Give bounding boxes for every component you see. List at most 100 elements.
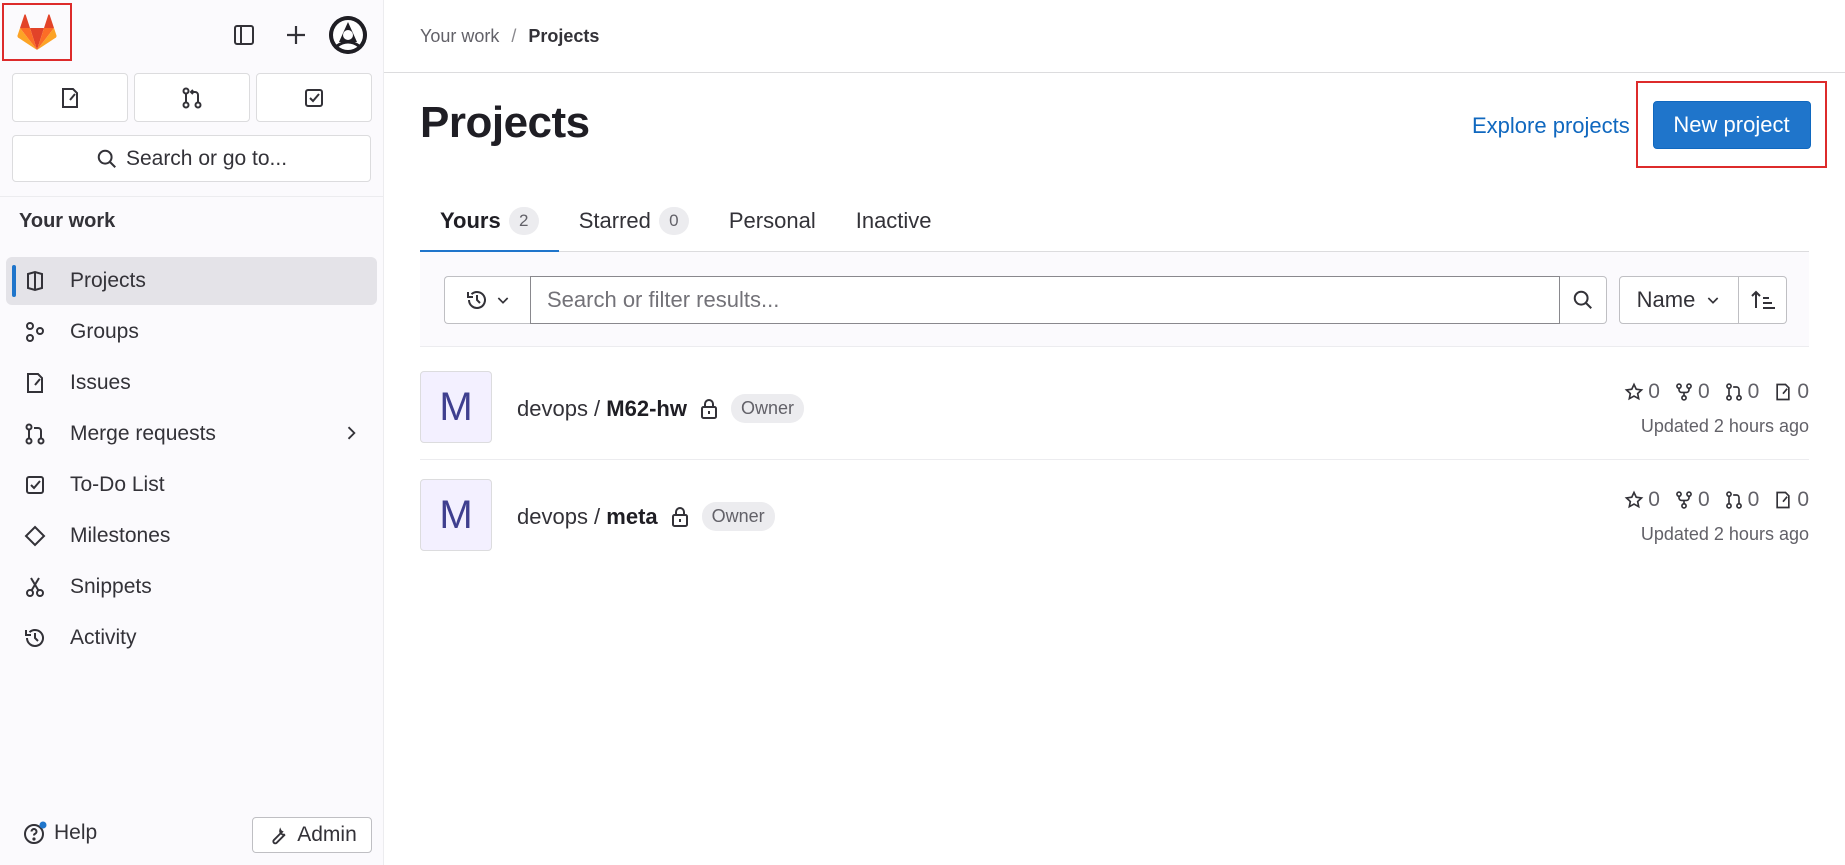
- project-name: meta: [606, 503, 658, 529]
- stat-value: 0: [1697, 488, 1710, 511]
- history-icon: [22, 625, 48, 651]
- sidebar-item-label: Issues: [70, 371, 131, 394]
- sidebar-item-activity[interactable]: Activity: [6, 614, 377, 662]
- lock-icon: [671, 506, 688, 527]
- project-stats: 0 0 0 0: [1624, 380, 1809, 404]
- project-namespace: devops /: [517, 395, 607, 421]
- tab-inactive[interactable]: Inactive: [836, 190, 952, 252]
- stat-value: 0: [1747, 380, 1760, 403]
- merge-requests-count[interactable]: 0: [1724, 488, 1760, 512]
- main-content: Your work / Projects Projects Explore pr…: [384, 0, 1845, 865]
- history-icon: [466, 291, 486, 309]
- filter-bar: Search or filter results... Name: [420, 252, 1809, 347]
- tab-count-badge: 2: [508, 207, 539, 235]
- chevron-right-icon: [347, 426, 356, 440]
- sidebar-item-label: Activity: [70, 626, 137, 649]
- tab-personal[interactable]: Personal: [709, 190, 836, 252]
- stat-value: 0: [1797, 488, 1809, 511]
- merge-request-icon: [1725, 491, 1742, 509]
- toggle-sidebar-button[interactable]: [225, 16, 263, 54]
- sidebar-item-snippets[interactable]: Snippets: [6, 563, 377, 611]
- merge-requests-button[interactable]: [134, 73, 250, 122]
- help-icon: [24, 821, 47, 844]
- tab-label: Yours: [440, 208, 501, 233]
- sidebar-item-groups[interactable]: Groups: [6, 308, 377, 356]
- tab-label: Personal: [728, 208, 816, 233]
- project-name-link[interactable]: devops / meta Owner: [517, 502, 775, 531]
- stat-value: 0: [1797, 380, 1809, 403]
- filter-search-input[interactable]: Search or filter results...: [530, 276, 1560, 324]
- lock-icon: [700, 398, 717, 419]
- project-avatar[interactable]: M: [420, 371, 492, 443]
- new-project-button[interactable]: New project: [1652, 100, 1811, 149]
- assigned-issues-button[interactable]: [12, 73, 128, 122]
- todo-icon: [22, 472, 48, 498]
- issues-icon: [1776, 383, 1790, 401]
- merge-request-icon: [182, 87, 202, 108]
- stars-count[interactable]: 0: [1624, 380, 1660, 404]
- forks-count[interactable]: 0: [1674, 488, 1710, 512]
- page-title: Projects: [420, 98, 590, 147]
- project-name-link[interactable]: devops / M62-hw Owner: [517, 394, 804, 423]
- todo-list-button[interactable]: [256, 73, 372, 122]
- global-search-button[interactable]: Search or go to...: [12, 135, 371, 182]
- stars-count[interactable]: 0: [1624, 488, 1660, 512]
- issues-icon: [62, 87, 78, 108]
- updated-time: Updated 2 hours ago: [1640, 524, 1809, 544]
- tab-yours[interactable]: Yours 2: [420, 190, 559, 253]
- create-new-button[interactable]: [277, 16, 315, 54]
- sidebar-item-milestones[interactable]: Milestones: [6, 512, 377, 560]
- admin-button[interactable]: Admin: [252, 817, 372, 853]
- help-button[interactable]: Help: [22, 820, 97, 846]
- breadcrumb-projects[interactable]: Projects: [528, 26, 599, 47]
- todo-icon: [305, 88, 323, 107]
- project-tabs: Yours 2 Starred 0 Personal Inactive: [420, 190, 1809, 253]
- user-avatar[interactable]: [329, 16, 367, 54]
- project-namespace: devops /: [517, 503, 607, 529]
- chevron-down-icon: [1708, 297, 1719, 304]
- project-avatar[interactable]: M: [420, 479, 492, 551]
- group-icon: [22, 319, 48, 345]
- updated-time: Updated 2 hours ago: [1640, 416, 1809, 436]
- sidebar-item-label: Milestones: [70, 524, 171, 547]
- forks-count[interactable]: 0: [1674, 380, 1710, 404]
- merge-requests-count[interactable]: 0: [1724, 380, 1760, 404]
- issues-count[interactable]: 0: [1773, 380, 1809, 404]
- tab-label: Starred: [578, 208, 651, 233]
- issues-count[interactable]: 0: [1773, 488, 1809, 512]
- sidebar-item-todo-list[interactable]: To-Do List: [6, 461, 377, 509]
- breadcrumb-separator: /: [511, 25, 517, 46]
- project-icon: [22, 268, 48, 294]
- sidebar-item-label: To-Do List: [70, 473, 165, 496]
- sort-label: Name: [1636, 287, 1696, 312]
- tab-label: Inactive: [855, 208, 932, 233]
- breadcrumb: Your work / Projects: [384, 0, 1845, 73]
- milestone-icon: [22, 523, 48, 549]
- stat-value: 0: [1747, 488, 1760, 511]
- explore-projects-link[interactable]: Explore projects: [1472, 113, 1630, 139]
- sidebar-item-merge-requests[interactable]: Merge requests: [6, 410, 377, 458]
- star-icon: [1624, 490, 1644, 509]
- fork-icon: [1676, 491, 1692, 509]
- project-row: M devops / M62-hw Owner 0 0 0 0 Updated …: [420, 352, 1809, 460]
- chevron-down-icon: [497, 297, 508, 304]
- admin-label: Admin: [297, 823, 357, 846]
- wrench-icon: [272, 827, 286, 845]
- sort-direction-button[interactable]: [1739, 276, 1787, 324]
- role-badge: Owner: [730, 394, 804, 423]
- tab-starred[interactable]: Starred 0: [559, 190, 709, 252]
- sort-select[interactable]: Name: [1619, 276, 1739, 324]
- stat-value: 0: [1697, 380, 1710, 403]
- sort-ascending-icon: [1750, 290, 1775, 309]
- recent-searches-button[interactable]: [444, 276, 530, 324]
- sidebar-item-projects[interactable]: Projects: [6, 257, 377, 305]
- gitlab-logo-button[interactable]: [2, 3, 72, 61]
- sidebar-item-issues[interactable]: Issues: [6, 359, 377, 407]
- new-project-highlight: New project: [1636, 81, 1827, 168]
- search-icon: [97, 149, 116, 168]
- stat-value: 0: [1648, 380, 1660, 403]
- project-name: M62-hw: [606, 395, 687, 421]
- help-label: Help: [54, 821, 98, 844]
- breadcrumb-your-work[interactable]: Your work: [420, 26, 499, 47]
- filter-search-button[interactable]: [1560, 276, 1607, 324]
